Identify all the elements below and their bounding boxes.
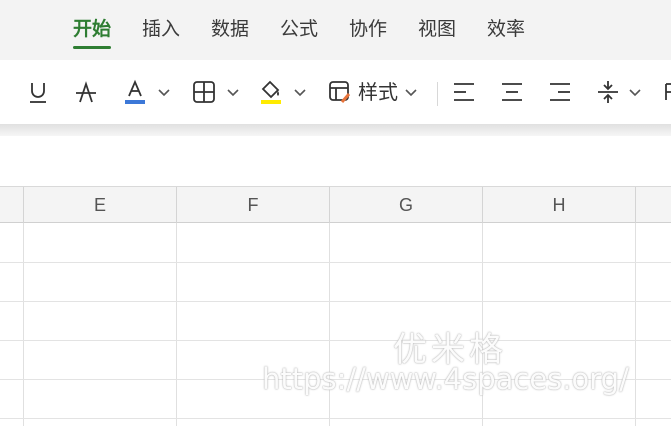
formula-bar[interactable]	[0, 136, 671, 186]
chevron-down-icon[interactable]	[155, 83, 173, 101]
ribbon-toolbar: 样式	[0, 60, 671, 124]
grid-line	[0, 418, 671, 419]
underline-button[interactable]	[26, 72, 50, 112]
column-header-next[interactable]	[636, 187, 671, 223]
watermark-url: https://www.4spaces.org/	[262, 362, 629, 396]
grid-line	[23, 223, 24, 426]
align-right-icon	[550, 83, 570, 101]
align-center-icon	[502, 83, 522, 101]
grid-line	[0, 262, 671, 263]
chevron-down-icon[interactable]	[224, 83, 242, 101]
strikethrough-icon	[76, 81, 96, 103]
align-center-button[interactable]	[500, 72, 524, 112]
align-right-button[interactable]	[548, 72, 572, 112]
tab-data[interactable]: 数据	[211, 17, 249, 41]
column-header-prev[interactable]	[0, 187, 24, 223]
grid-line	[0, 340, 671, 341]
chevron-down-icon[interactable]	[291, 83, 309, 101]
borders-button[interactable]	[192, 72, 242, 112]
column-header-f[interactable]: F	[177, 187, 330, 223]
align-left-button[interactable]	[452, 72, 476, 112]
tab-efficiency[interactable]: 效率	[487, 17, 525, 41]
more-toolbar-button[interactable]	[664, 72, 671, 112]
fill-color-button[interactable]	[259, 72, 309, 112]
column-header-h[interactable]: H	[483, 187, 636, 223]
font-color-icon	[125, 79, 145, 104]
column-header-row: E F G H	[0, 186, 671, 223]
column-header-g[interactable]: G	[330, 187, 483, 223]
active-tab-indicator	[73, 46, 111, 49]
column-header-e[interactable]: E	[24, 187, 177, 223]
tab-formula[interactable]: 公式	[280, 17, 318, 41]
cell-style-icon	[329, 81, 351, 103]
underline-icon	[30, 83, 46, 103]
chevron-down-icon[interactable]	[402, 83, 420, 101]
borders-icon	[193, 81, 215, 103]
fill-color-icon	[261, 80, 281, 104]
grid-line	[0, 301, 671, 302]
cell-style-button[interactable]: 样式	[328, 72, 420, 112]
tab-insert[interactable]: 插入	[142, 17, 180, 41]
cell-style-label: 样式	[358, 80, 398, 104]
grid-line	[176, 223, 177, 426]
tab-collaborate[interactable]: 协作	[349, 17, 387, 41]
vertical-align-button[interactable]	[596, 72, 644, 112]
tab-home[interactable]: 开始	[73, 17, 111, 41]
toolbar-shadow	[0, 124, 671, 136]
tab-view[interactable]: 视图	[418, 17, 456, 41]
align-left-icon	[454, 83, 474, 101]
font-color-button[interactable]	[123, 72, 173, 112]
vertical-align-middle-icon	[598, 81, 618, 103]
toolbar-divider	[437, 82, 438, 106]
chevron-down-icon[interactable]	[626, 83, 644, 101]
strikethrough-button[interactable]	[74, 72, 98, 112]
menu-bar: 开始 插入 数据 公式 协作 视图 效率	[0, 0, 671, 60]
table-icon	[665, 83, 671, 100]
grid-line	[635, 223, 636, 426]
